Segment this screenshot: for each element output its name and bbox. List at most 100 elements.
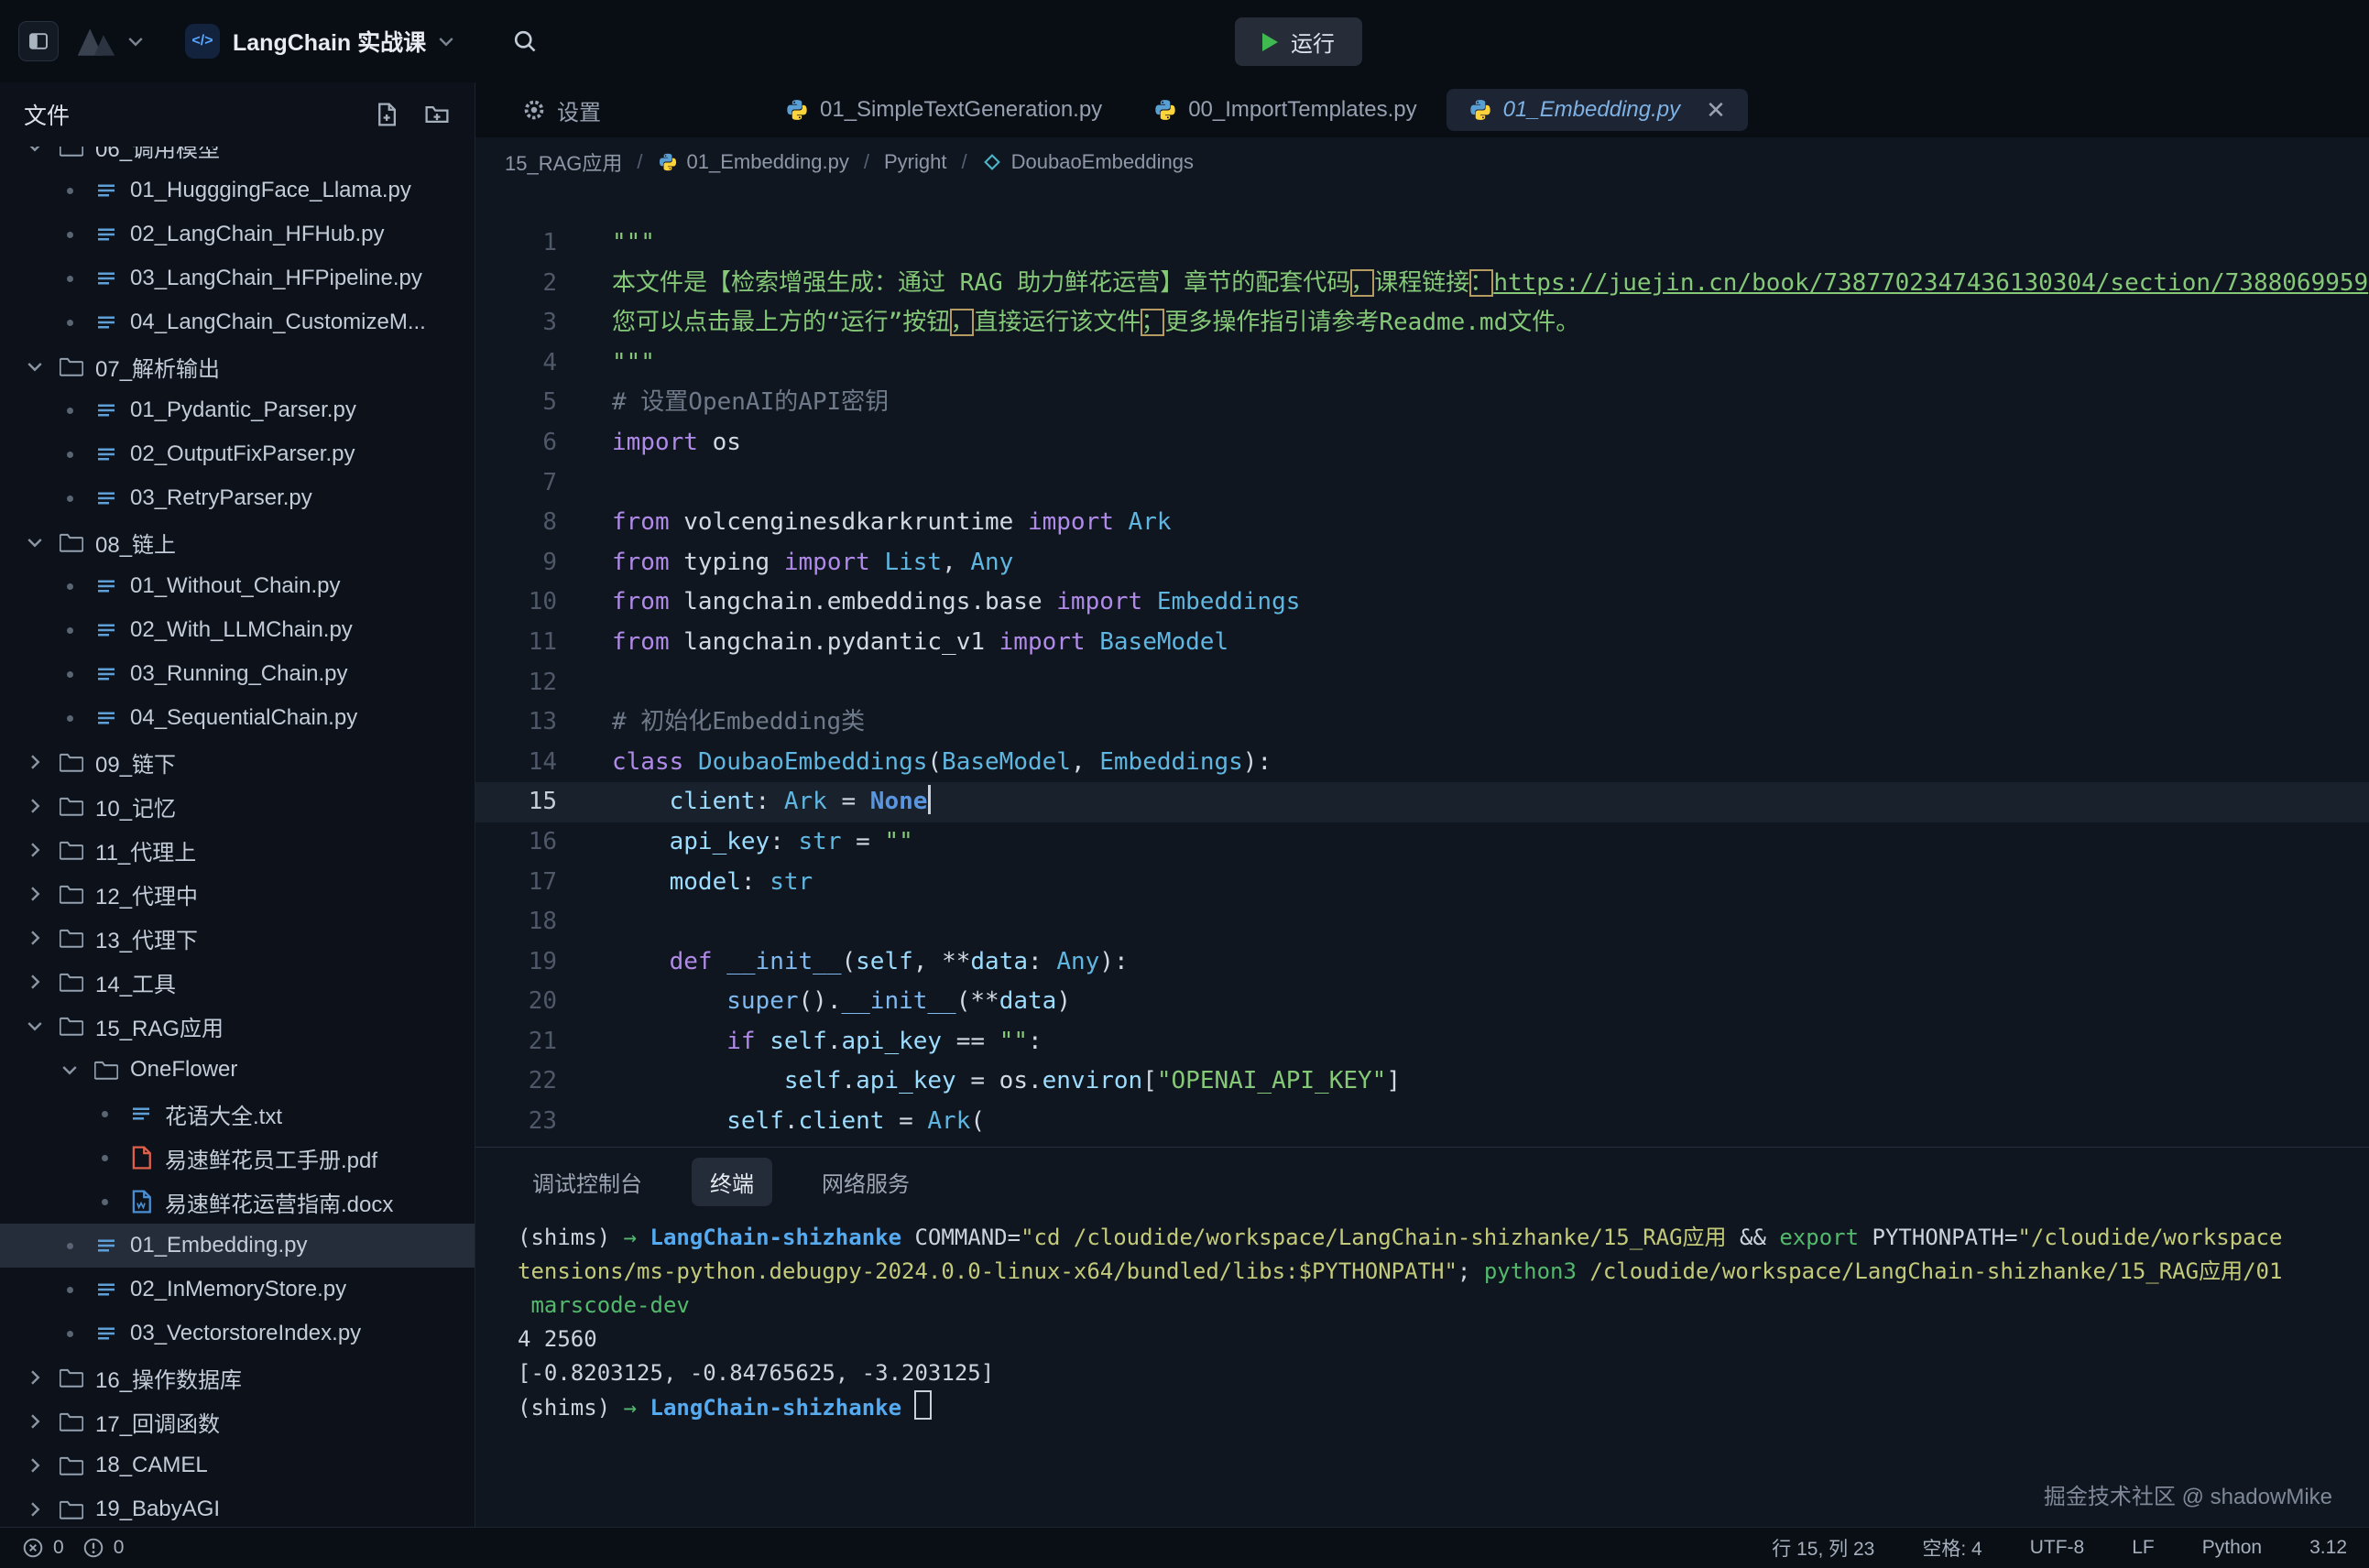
status-item[interactable]: LF: [2132, 1537, 2155, 1559]
tree-item[interactable]: 03_VectorstoreIndex.py: [0, 1312, 475, 1356]
breadcrumb-item[interactable]: DoubaoEmbeddings: [982, 150, 1194, 174]
tree-item[interactable]: 17_回调函数: [0, 1399, 475, 1443]
editor-tab[interactable]: 设置: [500, 89, 623, 131]
tree-item[interactable]: 13_代理下: [0, 916, 475, 960]
line-number[interactable]: 22: [475, 1062, 557, 1102]
code-line[interactable]: 22 self.api_key = os.environ["OPENAI_API…: [475, 1062, 2369, 1102]
logo-chevron-down-icon[interactable]: [125, 30, 147, 52]
tree-item[interactable]: 03_RetryParser.py: [0, 476, 475, 520]
line-number[interactable]: 18: [475, 902, 557, 942]
panel-tab[interactable]: 终端: [692, 1158, 772, 1206]
line-number[interactable]: 21: [475, 1022, 557, 1062]
problems-summary[interactable]: 0 0: [22, 1537, 133, 1559]
breadcrumb-item[interactable]: 01_Embedding.py: [658, 150, 849, 174]
project-chevron-down-icon[interactable]: [435, 30, 457, 52]
breadcrumb-item[interactable]: 15_RAG应用: [505, 147, 622, 177]
tree-item[interactable]: 15_RAG应用: [0, 1004, 475, 1048]
tree-item[interactable]: 01_Without_Chain.py: [0, 564, 475, 608]
status-item[interactable]: UTF-8: [2030, 1537, 2085, 1559]
tree-item[interactable]: 06_调用模型: [0, 147, 475, 169]
tree-item[interactable]: 03_LangChain_HFPipeline.py: [0, 256, 475, 300]
line-number[interactable]: 16: [475, 822, 557, 863]
code-line[interactable]: 23 self.client = Ark(: [475, 1102, 2369, 1142]
line-number[interactable]: 13: [475, 702, 557, 743]
editor-tab[interactable]: 01_Embedding.py✕: [1447, 89, 1748, 131]
code-line[interactable]: 9from typing import List, Any: [475, 543, 2369, 583]
tree-item[interactable]: 03_Running_Chain.py: [0, 652, 475, 696]
line-number[interactable]: 2: [475, 264, 557, 304]
code-line[interactable]: 7: [475, 463, 2369, 504]
code-line[interactable]: 20 super().__init__(**data): [475, 982, 2369, 1022]
status-item[interactable]: 行 15, 列 23: [1772, 1534, 1874, 1562]
tree-item[interactable]: 16_操作数据库: [0, 1356, 475, 1399]
panel-tab[interactable]: 网络服务: [803, 1158, 928, 1206]
line-number[interactable]: 1: [475, 223, 557, 264]
status-item[interactable]: Python: [2202, 1537, 2262, 1559]
panel-tab[interactable]: 调试控制台: [514, 1158, 660, 1206]
close-icon[interactable]: ✕: [1706, 98, 1726, 122]
code-line[interactable]: 21 if self.api_key == "":: [475, 1022, 2369, 1062]
tree-item[interactable]: 01_Pydantic_Parser.py: [0, 388, 475, 432]
code-line[interactable]: 5# 设置OpenAI的API密钥: [475, 383, 2369, 423]
line-number[interactable]: 5: [475, 383, 557, 423]
line-number[interactable]: 23: [475, 1102, 557, 1142]
new-file-icon[interactable]: [374, 101, 401, 128]
sidebar-toggle-button[interactable]: [18, 21, 59, 61]
code-line[interactable]: 1""": [475, 223, 2369, 264]
tree-item[interactable]: 10_记忆: [0, 784, 475, 828]
editor-tab[interactable]: 00_ImportTemplates.py: [1131, 89, 1438, 131]
code-line[interactable]: 3您可以点击最上方的“运行”按钮，直接运行该文件；更多操作指引请参考Readme…: [475, 303, 2369, 343]
code-line[interactable]: 14class DoubaoEmbeddings(BaseModel, Embe…: [475, 743, 2369, 783]
tree-item[interactable]: 08_链上: [0, 520, 475, 564]
line-number[interactable]: 9: [475, 543, 557, 583]
line-number[interactable]: 12: [475, 663, 557, 703]
search-button[interactable]: [507, 23, 543, 60]
code-line[interactable]: 18: [475, 902, 2369, 942]
code-line[interactable]: 6import os: [475, 423, 2369, 463]
tree-item[interactable]: 11_代理上: [0, 828, 475, 872]
code-line[interactable]: 2本文件是【检索增强生成：通过 RAG 助力鲜花运营】章节的配套代码，课程链接：…: [475, 264, 2369, 304]
code-line[interactable]: 4""": [475, 343, 2369, 384]
code-editor[interactable]: 1"""2本文件是【检索增强生成：通过 RAG 助力鲜花运营】章节的配套代码，课…: [475, 187, 2369, 1147]
code-line[interactable]: 10from langchain.embeddings.base import …: [475, 583, 2369, 623]
line-number[interactable]: 10: [475, 583, 557, 623]
error-count[interactable]: 0: [53, 1537, 64, 1559]
code-line[interactable]: 16 api_key: str = "": [475, 822, 2369, 863]
code-line[interactable]: 13# 初始化Embedding类: [475, 702, 2369, 743]
tree-item[interactable]: 07_解析输出: [0, 344, 475, 388]
tree-item[interactable]: 02_LangChain_HFHub.py: [0, 212, 475, 256]
line-number[interactable]: 3: [475, 303, 557, 343]
tree-item[interactable]: OneFlower: [0, 1048, 475, 1092]
tree-item[interactable]: 02_OutputFixParser.py: [0, 432, 475, 476]
tree-item[interactable]: 12_代理中: [0, 872, 475, 916]
new-folder-icon[interactable]: [423, 101, 451, 128]
tree-item[interactable]: 易速鲜花运营指南.docx: [0, 1180, 475, 1224]
tree-item[interactable]: 19_BabyAGI: [0, 1487, 475, 1527]
line-number[interactable]: 8: [475, 503, 557, 543]
run-button[interactable]: 运行: [1235, 17, 1362, 66]
code-line[interactable]: 19 def __init__(self, **data: Any):: [475, 942, 2369, 983]
code-line[interactable]: 12: [475, 663, 2369, 703]
line-number[interactable]: 15: [475, 782, 557, 822]
line-number[interactable]: 14: [475, 743, 557, 783]
line-number[interactable]: 6: [475, 423, 557, 463]
tree-item[interactable]: 01_Embedding.py: [0, 1224, 475, 1268]
code-line[interactable]: 17 model: str: [475, 863, 2369, 903]
tree-item[interactable]: 02_InMemoryStore.py: [0, 1268, 475, 1312]
project-name[interactable]: LangChain 实战课: [233, 25, 426, 58]
editor-tab[interactable]: 01_SimpleTextGeneration.py: [763, 89, 1124, 131]
line-number[interactable]: 7: [475, 463, 557, 504]
line-number[interactable]: 19: [475, 942, 557, 983]
status-item[interactable]: 空格: 4: [1922, 1534, 1981, 1562]
tree-item[interactable]: 01_HugggingFace_Llama.py: [0, 169, 475, 212]
warning-count[interactable]: 0: [114, 1537, 125, 1559]
line-number[interactable]: 4: [475, 343, 557, 384]
tree-item[interactable]: 04_SequentialChain.py: [0, 696, 475, 740]
tree-item[interactable]: 14_工具: [0, 960, 475, 1004]
code-line[interactable]: 11from langchain.pydantic_v1 import Base…: [475, 623, 2369, 663]
tree-item[interactable]: 02_With_LLMChain.py: [0, 608, 475, 652]
line-number[interactable]: 20: [475, 982, 557, 1022]
status-item[interactable]: 3.12: [2309, 1537, 2347, 1559]
tree-item[interactable]: 花语大全.txt: [0, 1092, 475, 1136]
tree-item[interactable]: 09_链下: [0, 740, 475, 784]
